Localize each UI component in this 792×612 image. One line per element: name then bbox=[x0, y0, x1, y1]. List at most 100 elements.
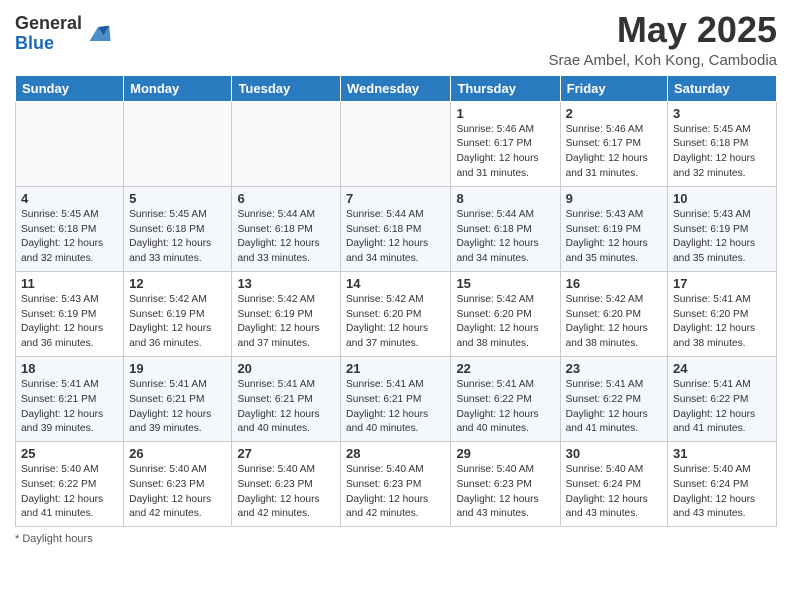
calendar-day-cell bbox=[232, 101, 341, 186]
day-number: 23 bbox=[566, 361, 662, 376]
day-number: 20 bbox=[237, 361, 335, 376]
calendar-day-cell bbox=[124, 101, 232, 186]
title-block: May 2025 Srae Ambel, Koh Kong, Cambodia bbox=[549, 10, 777, 69]
day-info: Sunrise: 5:45 AM Sunset: 6:18 PM Dayligh… bbox=[129, 208, 226, 267]
day-number: 14 bbox=[346, 276, 445, 291]
page-container: General Blue May 2025 Srae Ambel, Koh Ko… bbox=[0, 0, 792, 555]
day-number: 21 bbox=[346, 361, 445, 376]
calendar-day-cell: 16Sunrise: 5:42 AM Sunset: 6:20 PM Dayli… bbox=[560, 271, 667, 356]
calendar-day-header: Wednesday bbox=[341, 75, 451, 101]
calendar-day-cell: 5 Sunrise: 5:45 AM Sunset: 6:18 PM Daylig… bbox=[124, 186, 232, 271]
day-info: Sunrise: 5:43 AM Sunset: 6:19 PM Dayligh… bbox=[673, 208, 771, 267]
day-info: Sunrise: 5:40 AM Sunset: 6:23 PM Dayligh… bbox=[346, 463, 445, 522]
calendar-day-cell: 1Sunrise: 5:46 AM Sunset: 6:17 PM Daylig… bbox=[451, 101, 560, 186]
calendar-table: SundayMondayTuesdayWednesdayThursdayFrid… bbox=[15, 75, 777, 528]
day-info: Sunrise: 5:40 AM Sunset: 6:22 PM Dayligh… bbox=[21, 463, 118, 522]
day-number: 11 bbox=[21, 276, 118, 291]
day-number: 12 bbox=[129, 276, 226, 291]
day-info: Sunrise: 5:40 AM Sunset: 6:24 PM Dayligh… bbox=[673, 463, 771, 522]
calendar-day-cell: 29 Sunrise: 5:40 AM Sunset: 6:23 PM Dayli… bbox=[451, 442, 560, 527]
day-info: Sunrise: 5:45 AM Sunset: 6:18 PM Dayligh… bbox=[673, 123, 771, 182]
day-number: 17 bbox=[673, 276, 771, 291]
calendar-day-cell: 2 Sunrise: 5:46 AM Sunset: 6:17 PM Daylig… bbox=[560, 101, 667, 186]
calendar-day-cell: 21 Sunrise: 5:41 AM Sunset: 6:21 PM Dayli… bbox=[341, 356, 451, 441]
day-number: 5 bbox=[129, 191, 226, 206]
day-info: Sunrise: 5:43 AM Sunset: 6:19 PM Dayligh… bbox=[566, 208, 662, 267]
day-number: 9 bbox=[566, 191, 662, 206]
calendar-day-header: Saturday bbox=[668, 75, 777, 101]
day-number: 3 bbox=[673, 106, 771, 121]
day-info: Sunrise: 5:41 AM Sunset: 6:21 PM Dayligh… bbox=[21, 378, 118, 437]
day-info: Sunrise: 5:41 AM Sunset: 6:21 PM Dayligh… bbox=[129, 378, 226, 437]
calendar-week-row: 18 Sunrise: 5:41 AM Sunset: 6:21 PM Dayli… bbox=[16, 356, 777, 441]
logo: General Blue bbox=[15, 14, 112, 54]
calendar-day-cell bbox=[341, 101, 451, 186]
calendar-day-header: Monday bbox=[124, 75, 232, 101]
calendar-day-cell: 17 Sunrise: 5:41 AM Sunset: 6:20 PM Dayli… bbox=[668, 271, 777, 356]
day-info: Sunrise: 5:40 AM Sunset: 6:24 PM Dayligh… bbox=[566, 463, 662, 522]
calendar-header-row: SundayMondayTuesdayWednesdayThursdayFrid… bbox=[16, 75, 777, 101]
calendar-week-row: 4 Sunrise: 5:45 AM Sunset: 6:18 PM Daylig… bbox=[16, 186, 777, 271]
calendar-day-cell bbox=[16, 101, 124, 186]
calendar-day-cell: 15 Sunrise: 5:42 AM Sunset: 6:20 PM Dayli… bbox=[451, 271, 560, 356]
day-number: 31 bbox=[673, 446, 771, 461]
day-info: Sunrise: 5:40 AM Sunset: 6:23 PM Dayligh… bbox=[456, 463, 554, 522]
calendar-day-cell: 24 Sunrise: 5:41 AM Sunset: 6:22 PM Dayli… bbox=[668, 356, 777, 441]
calendar-day-cell: 11 Sunrise: 5:43 AM Sunset: 6:19 PM Dayli… bbox=[16, 271, 124, 356]
calendar-day-cell: 20 Sunrise: 5:41 AM Sunset: 6:21 PM Dayli… bbox=[232, 356, 341, 441]
calendar-day-cell: 14 Sunrise: 5:42 AM Sunset: 6:20 PM Dayli… bbox=[341, 271, 451, 356]
calendar-day-cell: 28Sunrise: 5:40 AM Sunset: 6:23 PM Dayli… bbox=[341, 442, 451, 527]
day-info: Sunrise: 5:46 AM Sunset: 6:17 PM Dayligh… bbox=[566, 123, 662, 182]
day-number: 18 bbox=[21, 361, 118, 376]
calendar-day-cell: 18 Sunrise: 5:41 AM Sunset: 6:21 PM Dayli… bbox=[16, 356, 124, 441]
calendar-day-cell: 26 Sunrise: 5:40 AM Sunset: 6:23 PM Dayli… bbox=[124, 442, 232, 527]
day-info: Sunrise: 5:42 AM Sunset: 6:19 PM Dayligh… bbox=[129, 293, 226, 352]
day-number: 22 bbox=[456, 361, 554, 376]
calendar-day-cell: 30 Sunrise: 5:40 AM Sunset: 6:24 PM Dayli… bbox=[560, 442, 667, 527]
calendar-day-cell: 4Sunrise: 5:45 AM Sunset: 6:18 PM Daylig… bbox=[16, 186, 124, 271]
day-info: Sunrise: 5:42 AM Sunset: 6:20 PM Dayligh… bbox=[456, 293, 554, 352]
day-info: Sunrise: 5:44 AM Sunset: 6:18 PM Dayligh… bbox=[237, 208, 335, 267]
day-info: Sunrise: 5:41 AM Sunset: 6:21 PM Dayligh… bbox=[237, 378, 335, 437]
day-number: 26 bbox=[129, 446, 226, 461]
day-number: 24 bbox=[673, 361, 771, 376]
calendar-day-cell: 7Sunrise: 5:44 AM Sunset: 6:18 PM Daylig… bbox=[341, 186, 451, 271]
calendar-day-cell: 19 Sunrise: 5:41 AM Sunset: 6:21 PM Dayli… bbox=[124, 356, 232, 441]
calendar-day-cell: 22Sunrise: 5:41 AM Sunset: 6:22 PM Dayli… bbox=[451, 356, 560, 441]
day-number: 30 bbox=[566, 446, 662, 461]
day-info: Sunrise: 5:41 AM Sunset: 6:20 PM Dayligh… bbox=[673, 293, 771, 352]
day-number: 2 bbox=[566, 106, 662, 121]
calendar-day-cell: 13Sunrise: 5:42 AM Sunset: 6:19 PM Dayli… bbox=[232, 271, 341, 356]
header: General Blue May 2025 Srae Ambel, Koh Ko… bbox=[15, 10, 777, 69]
day-number: 19 bbox=[129, 361, 226, 376]
logo-bird-icon bbox=[84, 20, 112, 48]
calendar-week-row: 1Sunrise: 5:46 AM Sunset: 6:17 PM Daylig… bbox=[16, 101, 777, 186]
day-info: Sunrise: 5:40 AM Sunset: 6:23 PM Dayligh… bbox=[237, 463, 335, 522]
calendar-day-cell: 8Sunrise: 5:44 AM Sunset: 6:18 PM Daylig… bbox=[451, 186, 560, 271]
month-title: May 2025 bbox=[549, 10, 777, 50]
day-number: 6 bbox=[237, 191, 335, 206]
calendar-day-cell: 23Sunrise: 5:41 AM Sunset: 6:22 PM Dayli… bbox=[560, 356, 667, 441]
day-info: Sunrise: 5:46 AM Sunset: 6:17 PM Dayligh… bbox=[456, 123, 554, 182]
day-info: Sunrise: 5:40 AM Sunset: 6:23 PM Dayligh… bbox=[129, 463, 226, 522]
footer-note: * Daylight hours bbox=[15, 533, 777, 545]
day-number: 16 bbox=[566, 276, 662, 291]
calendar-day-cell: 3 Sunrise: 5:45 AM Sunset: 6:18 PM Daylig… bbox=[668, 101, 777, 186]
day-info: Sunrise: 5:41 AM Sunset: 6:21 PM Dayligh… bbox=[346, 378, 445, 437]
day-info: Sunrise: 5:44 AM Sunset: 6:18 PM Dayligh… bbox=[456, 208, 554, 267]
day-info: Sunrise: 5:42 AM Sunset: 6:20 PM Dayligh… bbox=[346, 293, 445, 352]
calendar-day-header: Friday bbox=[560, 75, 667, 101]
location: Srae Ambel, Koh Kong, Cambodia bbox=[549, 52, 777, 69]
day-info: Sunrise: 5:43 AM Sunset: 6:19 PM Dayligh… bbox=[21, 293, 118, 352]
calendar-day-header: Thursday bbox=[451, 75, 560, 101]
day-number: 29 bbox=[456, 446, 554, 461]
day-info: Sunrise: 5:41 AM Sunset: 6:22 PM Dayligh… bbox=[673, 378, 771, 437]
day-number: 10 bbox=[673, 191, 771, 206]
calendar-week-row: 25Sunrise: 5:40 AM Sunset: 6:22 PM Dayli… bbox=[16, 442, 777, 527]
day-info: Sunrise: 5:44 AM Sunset: 6:18 PM Dayligh… bbox=[346, 208, 445, 267]
day-number: 15 bbox=[456, 276, 554, 291]
calendar-day-cell: 6 Sunrise: 5:44 AM Sunset: 6:18 PM Daylig… bbox=[232, 186, 341, 271]
calendar-day-cell: 25Sunrise: 5:40 AM Sunset: 6:22 PM Dayli… bbox=[16, 442, 124, 527]
day-number: 13 bbox=[237, 276, 335, 291]
day-number: 4 bbox=[21, 191, 118, 206]
